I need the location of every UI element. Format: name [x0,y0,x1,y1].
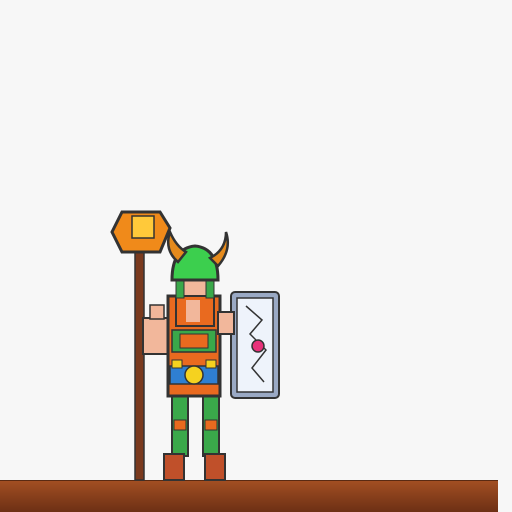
right-horn-icon [207,231,229,268]
shield-gem-icon [251,339,265,353]
left-arm [142,304,170,355]
game-scene [0,0,512,512]
staff-shaft [134,239,145,481]
belt-stud-right [205,359,217,369]
belt-stud-left [171,359,183,369]
hammer-head-inner [131,215,155,239]
right-arm [217,311,235,335]
chest-emblem [179,333,209,349]
viking-warrior-sprite[interactable] [0,0,512,512]
legs [163,393,226,481]
left-knee [173,419,187,431]
right-boot [204,453,226,481]
left-arm-upper [142,317,170,355]
right-knee [204,419,218,431]
belt-buckle [184,365,204,385]
helmet [167,228,229,282]
beard-highlight [186,300,200,322]
left-hand [149,304,165,320]
tower-shield [230,291,280,399]
left-boot [163,453,185,481]
